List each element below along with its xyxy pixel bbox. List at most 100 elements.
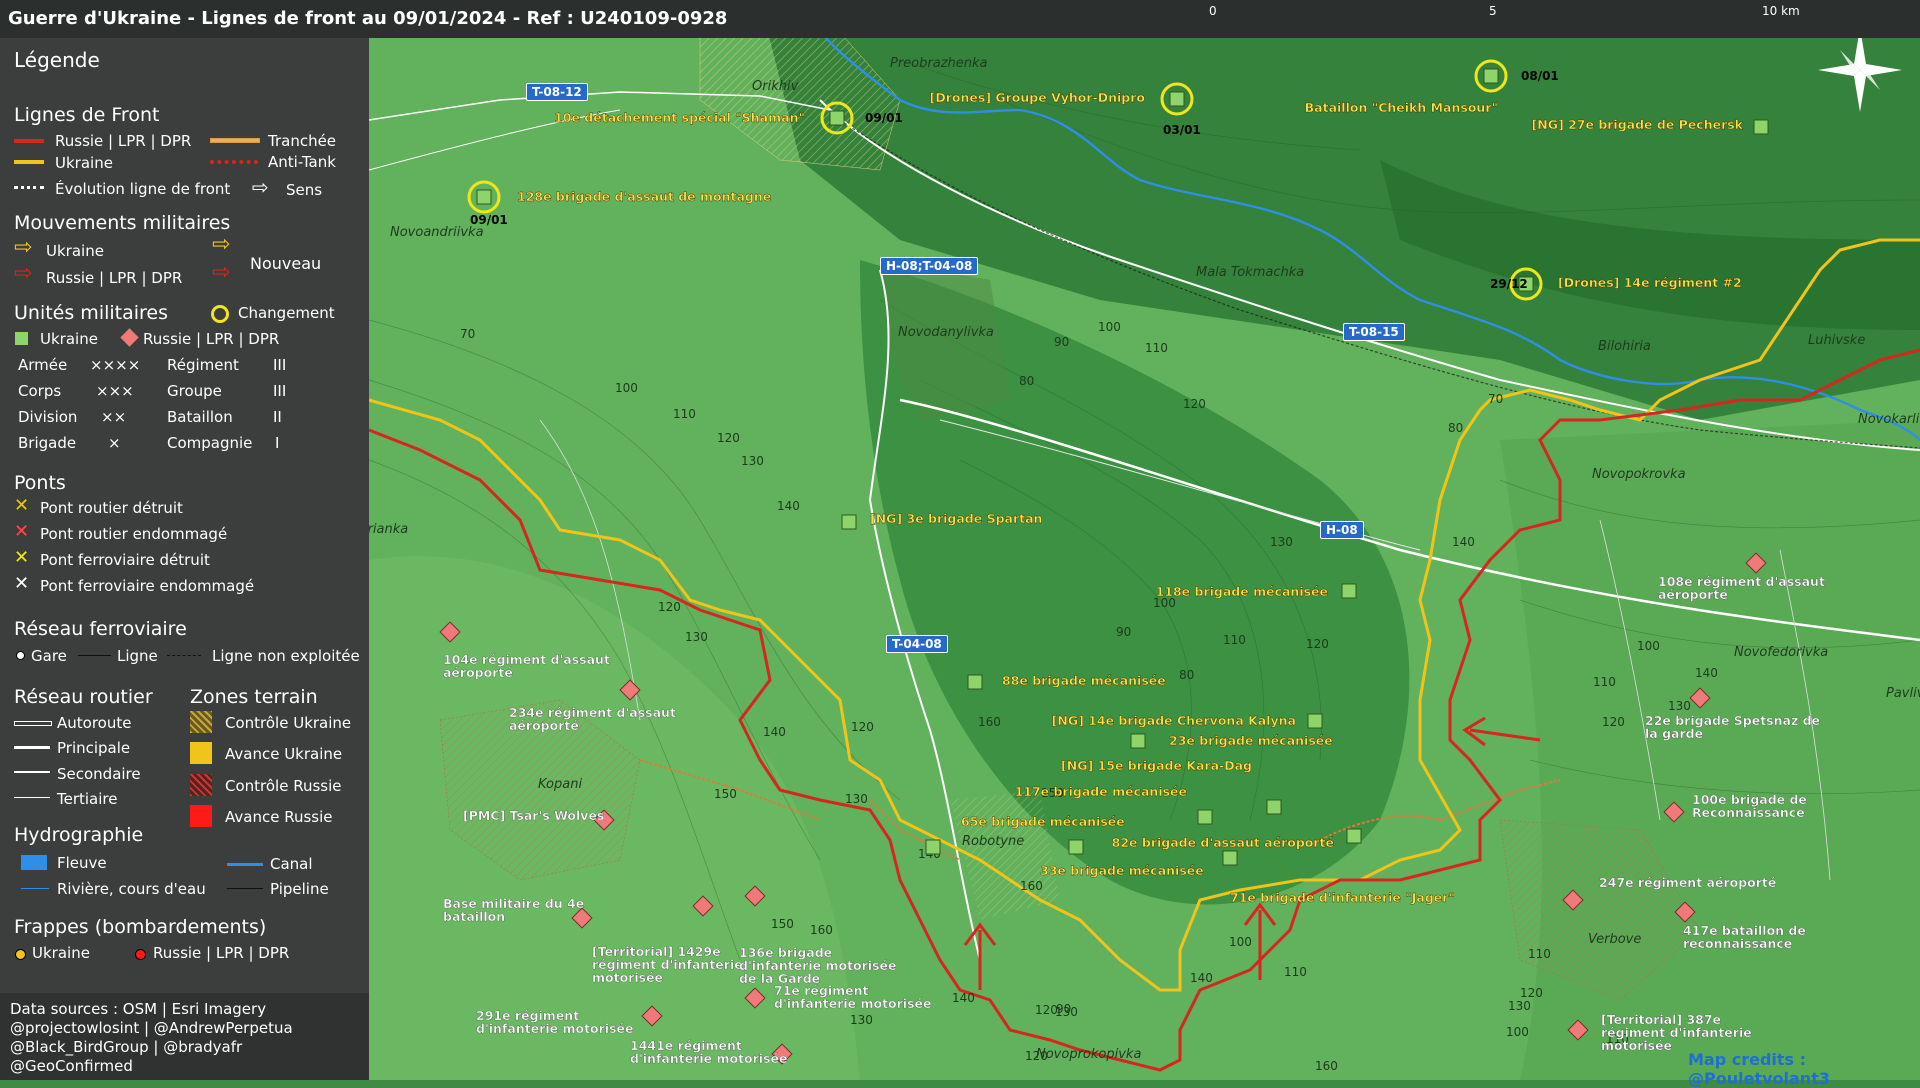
ukraine-unit-label: 128e brigade d'assaut de montagne [517,189,771,204]
legend-units-ukraine: Ukraine [40,330,98,348]
swatch-ukraine-line [14,160,44,164]
swatch-trench [210,138,260,143]
legend-rail-title: Réseau ferroviaire [14,618,187,640]
unit-size-name: Division [18,408,78,426]
ukraine-unit-marker[interactable] [841,514,857,530]
elevation-label: 160 [1020,879,1043,893]
credit-line: Data sources : OSM | Esri Imagery [10,1000,267,1018]
ukraine-unit-marker[interactable] [1130,733,1146,749]
ukraine-unit-label: Bataillon "Cheikh Mansour" [1305,100,1498,115]
unit-date-label: 09/01 [865,111,903,125]
ukraine-unit-marker[interactable] [1341,583,1357,599]
town-label: Novokarlivka [1858,412,1920,427]
ukraine-strike-icon [15,949,26,960]
swatch-pipeline [227,888,263,889]
town-label: Orikhiv [752,79,799,94]
legend-hydro-river: Rivière, cours d'eau [57,880,206,898]
swatch-highway [14,721,52,726]
legend-hydro-canal: Canal [270,855,313,873]
ukraine-unit-marker[interactable] [1346,828,1362,844]
ukraine-unit-marker[interactable] [476,189,492,205]
elevation-label: 120 [717,431,740,445]
unit-size-symbol: I [275,434,280,452]
ukraine-unit-marker[interactable] [925,839,941,855]
unit-size-symbol: III [273,382,287,400]
ukraine-unit-marker[interactable] [1197,809,1213,825]
legend-units-title: Unités militaires [14,302,169,324]
unit-size-name: Brigade [18,434,77,452]
ukraine-unit-marker[interactable] [829,110,845,126]
elevation-label: 130 [685,630,708,644]
ukraine-unit-label: [NG] 15e brigade Kara-Dag [1061,758,1252,773]
town-label: Novoandriivka [390,225,484,240]
elevation-label: 120 [1520,986,1543,1000]
elevation-label: 160 [1315,1059,1338,1073]
legend-front-evolution: Évolution ligne de front [55,180,231,198]
legend-zone-item: Avance Ukraine [225,745,343,763]
elevation-label: 110 [1145,341,1168,355]
legend-bridges-title: Ponts [14,472,66,494]
ukraine-unit-label: [NG] 14e brigade Chervona Kalyna [1052,713,1296,728]
terrain-east [1500,420,1920,1080]
legend-bridge-item: Pont routier endommagé [40,525,228,543]
ukraine-unit-label: 88e brigade mécanisée [1002,673,1166,688]
elevation-label: 140 [1695,666,1718,680]
legend-rail-unused: Ligne non exploitée [212,647,360,665]
elevation-label: 120 [1306,637,1329,651]
town-label: Pavlivka [1886,686,1920,701]
map-credit: Map credits : @Pouletvolant3 [1688,1050,1830,1088]
station-icon [16,651,25,660]
town-label: Mala Tokmachka [1196,265,1304,280]
swatch-canal [227,863,263,866]
ukraine-unit-marker[interactable] [1169,91,1185,107]
russia-unit-label: 417e bataillon de reconnaissance [1683,923,1806,951]
ukraine-unit-marker[interactable] [1266,799,1282,815]
ukraine-unit-label: 117e brigade mécanisée [1015,784,1187,799]
elevation-label: 80 [1179,668,1194,682]
elevation-label: 120 [851,720,874,734]
town-label: Preobrazhenka [890,56,988,71]
elevation-label: 90 [1116,625,1131,639]
town-label: Novoprokopivka [1036,1047,1141,1062]
credit-line: @Black_BirdGroup | @bradyafr [10,1038,243,1056]
legend-front-anti-tank: Anti-Tank [268,153,336,171]
elevation-label: 130 [1270,535,1293,549]
legend-zone-item: Contrôle Russie [225,777,342,795]
elevation-label: 100 [615,381,638,395]
russia-strike-icon [135,949,146,960]
russia-unit-label: 100e brigade de Reconnaissance [1692,792,1807,820]
elevation-label: 120 [658,600,681,614]
swatch-evolution-line [14,186,44,189]
ukraine-unit-marker[interactable] [1222,850,1238,866]
elevation-label: 100 [1637,639,1660,653]
town-label: Robotyne [962,834,1024,849]
legend-road-item: Tertiaire [57,790,118,808]
elevation-label: 150 [714,787,737,801]
ukraine-unit-label: 33e brigade mécanisée [1040,863,1204,878]
legend-units-change: Changement [238,304,335,322]
elevation-label: 130 [845,792,868,806]
legend-heading: Légende [14,48,100,72]
legend-front-lines-title: Lignes de Front [14,104,160,126]
ukraine-unit-label: [NG] 3e brigade Spartan [870,511,1042,526]
unit-size-symbol: ××× [96,382,134,400]
swatch-advance-ukraine [190,742,212,764]
ukraine-unit-marker[interactable] [1307,713,1323,729]
elevation-label: 140 [1190,971,1213,985]
elevation-label: 90 [1056,1002,1071,1016]
ukraine-unit-marker[interactable] [1068,839,1084,855]
ukraine-unit-marker[interactable] [1753,119,1769,135]
elevation-label: 130 [1508,999,1531,1013]
unit-size-symbol: × [108,434,121,452]
ukraine-unit-label: 82e brigade d'assaut aéroporté [1112,835,1334,850]
russia-unit-label: 247e régiment aéroporté [1599,875,1776,890]
legend-strike-russia: Russie | LPR | DPR [153,944,290,962]
ukraine-unit-marker[interactable] [967,674,983,690]
ukraine-unit-marker[interactable] [1483,68,1499,84]
swatch-river-big [21,855,47,870]
elevation-label: 90 [1054,335,1069,349]
unit-size-name: Compagnie [167,434,253,452]
town-label: Bilohiria [1598,339,1651,354]
swatch-control-ukraine [190,711,212,733]
elevation-label: 110 [1284,965,1307,979]
